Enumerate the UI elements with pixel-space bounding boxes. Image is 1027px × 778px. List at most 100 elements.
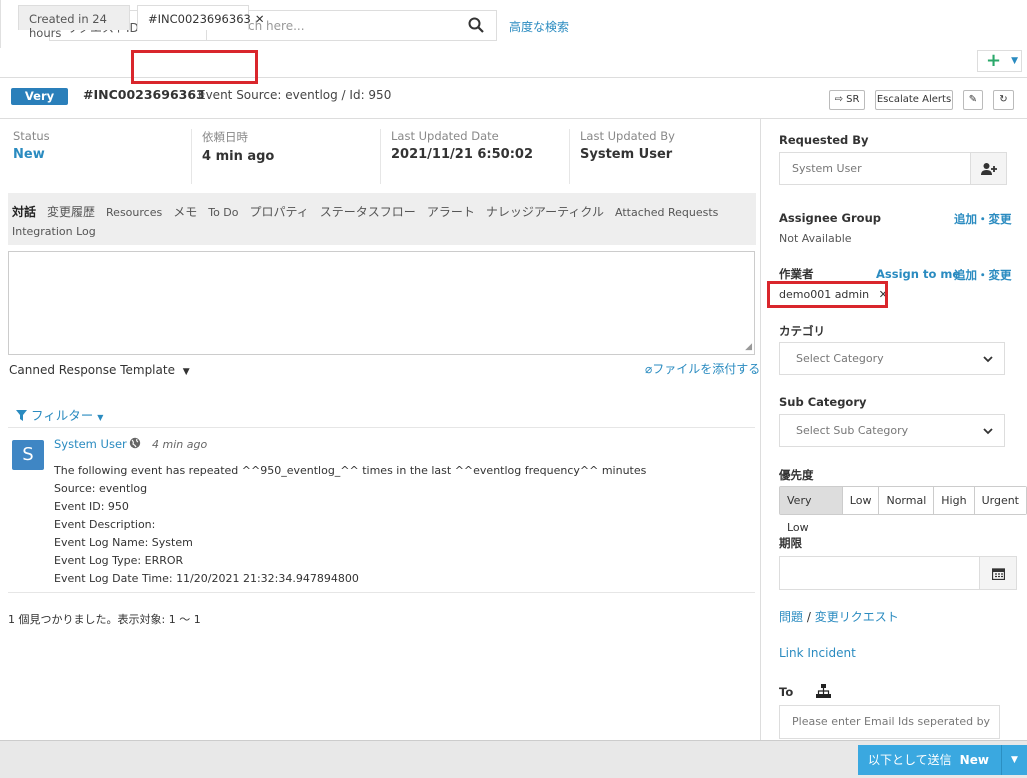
tab-history[interactable]: 変更履歴 bbox=[47, 205, 95, 219]
worker-label: 作業者 bbox=[779, 267, 814, 281]
due-date-input[interactable] bbox=[779, 556, 980, 590]
divider bbox=[380, 129, 381, 184]
add-requester-button[interactable] bbox=[970, 152, 1007, 185]
add-tab-button[interactable]: + ▼ bbox=[977, 50, 1022, 72]
canned-response-label: Canned Response Template bbox=[9, 363, 175, 377]
detail-tabs: 対話 変更履歴 Resources メモ To Do プロパティ ステータスフロー アラートナ… bbox=[8, 193, 756, 245]
edit-button[interactable]: ✎ bbox=[963, 90, 983, 110]
plus-icon: + bbox=[986, 50, 1002, 71]
worker-edit-link[interactable]: 追加・変更 bbox=[954, 267, 1012, 283]
tab-notes[interactable]: メモ bbox=[173, 205, 197, 219]
filter-label: フィルター bbox=[30, 408, 94, 423]
tab-conversation[interactable]: 対話 bbox=[12, 205, 36, 219]
caret-down-icon: ▼ bbox=[182, 367, 190, 377]
tab-created-24h[interactable]: Created in 24 hours bbox=[18, 5, 130, 40]
last-updated-by-value: System User bbox=[580, 147, 673, 162]
chevron-down-icon bbox=[983, 428, 993, 435]
conversation-line: Event Log Name: System bbox=[54, 536, 193, 549]
divider bbox=[569, 129, 570, 184]
convert-icon: ⇨ bbox=[834, 94, 843, 105]
assignee-group-label: Assignee Group bbox=[779, 211, 881, 225]
tab-alerts[interactable]: アラート bbox=[427, 205, 475, 219]
priority-low[interactable]: Low bbox=[842, 487, 880, 514]
tab-integration-log[interactable]: Integration Log bbox=[12, 225, 96, 238]
org-chart-icon[interactable] bbox=[816, 684, 831, 699]
filter-dropdown[interactable]: フィルター ▼ bbox=[16, 405, 103, 424]
assign-to-me-link[interactable]: Assign to me bbox=[876, 267, 960, 281]
highlight-box bbox=[131, 50, 258, 84]
search-icon[interactable] bbox=[468, 17, 484, 33]
filter-icon bbox=[16, 410, 27, 421]
conversation-line: The following event has repeated ^^950_e… bbox=[54, 464, 647, 477]
send-options-caret-icon[interactable]: ▼ bbox=[1001, 745, 1027, 775]
priority-label: 優先度 bbox=[779, 468, 814, 482]
highlight-box bbox=[767, 281, 888, 308]
user-plus-icon bbox=[980, 163, 997, 175]
avatar: S bbox=[12, 440, 44, 470]
priority-high[interactable]: High bbox=[934, 487, 975, 514]
priority-very-low[interactable]: Very Low bbox=[780, 487, 843, 534]
tab-knowledge[interactable]: ナレッジアーティクル bbox=[486, 205, 604, 219]
refresh-button[interactable]: ↻ bbox=[993, 90, 1014, 110]
calendar-button[interactable] bbox=[979, 556, 1017, 590]
problem-link[interactable]: 問題 bbox=[779, 610, 803, 624]
to-label: To bbox=[779, 685, 794, 699]
resize-handle-icon[interactable]: ◢ bbox=[745, 342, 752, 352]
conversation-time: 4 min ago bbox=[152, 438, 208, 451]
subcategory-label: Sub Category bbox=[779, 395, 867, 409]
requested-by-label: Requested By bbox=[779, 133, 869, 147]
escalate-alerts-button[interactable]: Escalate Alerts bbox=[875, 90, 953, 110]
close-icon[interactable]: ✕ bbox=[255, 12, 265, 26]
tab-resources[interactable]: Resources bbox=[106, 206, 162, 219]
divider bbox=[191, 129, 192, 184]
subcategory-value: Select Sub Category bbox=[796, 424, 909, 437]
sr-button[interactable]: ⇨ SR bbox=[829, 90, 865, 110]
canned-response-dropdown[interactable]: Canned Response Template ▼ bbox=[9, 363, 190, 377]
priority-normal[interactable]: Normal bbox=[879, 487, 935, 514]
send-label: 以下として送信 bbox=[868, 753, 952, 767]
category-value: Select Category bbox=[796, 352, 884, 365]
status-label: Status bbox=[13, 129, 50, 143]
conversation-author[interactable]: System User bbox=[54, 437, 127, 451]
tab-incident-label: #INC0023696363 bbox=[148, 12, 251, 26]
change-request-link[interactable]: 変更リクエスト bbox=[815, 610, 899, 624]
last-updated-value: 2021/11/21 6:50:02 bbox=[391, 147, 534, 162]
conversation-line: Event Log Type: ERROR bbox=[54, 554, 184, 567]
refresh-icon: ↻ bbox=[999, 94, 1008, 105]
pencil-icon: ✎ bbox=[968, 94, 978, 105]
priority-urgent[interactable]: Urgent bbox=[974, 487, 1026, 514]
attach-file-link[interactable]: ⌀ファイルを添付する bbox=[645, 360, 760, 377]
conversation-line: Source: eventlog bbox=[54, 482, 148, 495]
link-incident-link[interactable]: Link Incident bbox=[779, 646, 856, 660]
tab-incident[interactable]: #INC0023696363 ✕ bbox=[137, 5, 264, 30]
last-updated-by-cell: Last Updated By System User bbox=[580, 129, 675, 184]
tab-attached-requests[interactable]: Attached Requests bbox=[615, 206, 718, 219]
event-source: Event Source: eventlog / Id: 950 bbox=[198, 88, 392, 102]
last-updated-label: Last Updated Date bbox=[391, 129, 499, 143]
status-cell: Status New bbox=[13, 129, 50, 184]
caret-down-icon: ▼ bbox=[97, 413, 104, 422]
incident-id: #INC0023696363 bbox=[83, 87, 205, 102]
subcategory-select[interactable]: Select Sub Category bbox=[779, 414, 1005, 447]
conversation-entry: S System User 4 min ago The following ev… bbox=[8, 427, 755, 593]
reply-textarea[interactable]: ◢ bbox=[8, 251, 755, 355]
assignee-group-edit-link[interactable]: 追加・変更 bbox=[954, 211, 1012, 227]
conversation-line: Event ID: 950 bbox=[54, 500, 129, 513]
email-input[interactable]: Please enter Email Ids seperated by (,) bbox=[779, 705, 1000, 760]
sr-label: SR bbox=[846, 94, 860, 105]
chevron-down-icon bbox=[983, 356, 993, 363]
priority-badge: Very Low bbox=[11, 88, 68, 120]
tab-todo[interactable]: To Do bbox=[208, 206, 238, 219]
related-links: 問題 / 変更リクエスト bbox=[779, 610, 899, 624]
send-as-button[interactable]: 以下として送信 New bbox=[858, 745, 1001, 775]
send-status: New bbox=[959, 753, 989, 767]
advanced-search-link[interactable]: 高度な検索 bbox=[509, 18, 569, 35]
requested-value: 4 min ago bbox=[202, 149, 275, 164]
result-count: 1 個見つかりました。表示対象: 1 ～ 1 bbox=[8, 613, 201, 626]
tab-properties[interactable]: プロパティ bbox=[250, 205, 309, 219]
requested-cell: 依頼日時 4 min ago bbox=[202, 129, 274, 184]
tab-status-flow[interactable]: ステータスフロー bbox=[320, 205, 416, 219]
category-select[interactable]: Select Category bbox=[779, 342, 1005, 375]
requested-by-input[interactable]: System User bbox=[779, 152, 971, 185]
calendar-icon bbox=[991, 567, 1005, 580]
